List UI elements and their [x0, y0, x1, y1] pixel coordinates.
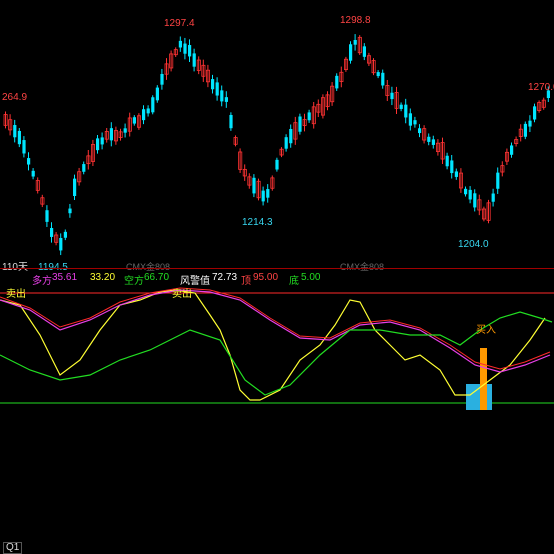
candle-body: [381, 72, 385, 86]
candle-body: [17, 130, 21, 145]
candle-body: [68, 208, 72, 214]
price-label-low-mid2: 1204.0: [458, 239, 489, 250]
candle-body: [82, 164, 86, 172]
candle-body: [413, 120, 417, 125]
top-label: 顶: [241, 276, 251, 287]
candle-body: [50, 228, 54, 237]
sell-marker-2: 卖出: [172, 289, 192, 300]
candle-body: [468, 189, 472, 200]
candlestick-series: [3, 34, 550, 256]
chart-window: 264.9 1297.4 1298.8 1214.3 1204.0 1194.5…: [0, 0, 554, 554]
price-label-right: 1270.0: [528, 82, 554, 93]
candle-body: [275, 159, 279, 170]
candle-body: [96, 138, 100, 151]
candle-body: [266, 189, 270, 198]
candle-body: [289, 128, 293, 144]
buy-signal-bar: [480, 348, 487, 410]
candle-body: [450, 160, 454, 174]
kongfang-label: 空方: [124, 276, 144, 287]
candle-body: [362, 46, 366, 57]
candle-body: [63, 231, 67, 238]
green-line: [0, 311, 553, 396]
price-label-high1: 1297.4: [164, 18, 195, 29]
candle-body: [390, 92, 394, 100]
candle-body: [183, 43, 187, 54]
candle-body: [454, 171, 458, 177]
candle-body: [45, 210, 49, 222]
candle-body: [533, 106, 537, 120]
indicator-lines: [0, 287, 554, 410]
price-label-high2: 1298.8: [340, 15, 371, 26]
warn-value: 72.73: [212, 272, 238, 283]
candle-body: [188, 45, 192, 57]
candle-body: [353, 39, 357, 45]
kongfang-value: 66.70: [144, 272, 170, 283]
candle-body: [252, 177, 256, 194]
duofang-label: 多方: [32, 276, 52, 287]
candle-body: [298, 116, 302, 132]
candle-body: [427, 136, 431, 142]
candle-body: [399, 104, 403, 109]
indicator-header: Q1 多方 35.61 33.20 空方 66.70 风警值 72.73 顶 9…: [0, 270, 554, 554]
value-2: 33.20: [90, 272, 116, 283]
candle-body: [123, 128, 127, 133]
candle-body: [349, 44, 353, 61]
sell-marker-1: 卖出: [6, 289, 26, 300]
candle-body: [431, 139, 435, 145]
panel-divider: [0, 268, 554, 269]
candle-body: [261, 190, 265, 202]
candle-body: [151, 97, 155, 113]
candle-body: [473, 193, 477, 208]
candle-body: [192, 53, 196, 67]
candle-body: [27, 158, 31, 165]
candle-body: [22, 140, 26, 154]
candle-body: [445, 155, 449, 167]
price-label-low-mid1: 1214.3: [242, 217, 273, 228]
candle-body: [59, 237, 63, 251]
price-label-left: 264.9: [2, 92, 28, 103]
candle-body: [100, 137, 104, 145]
candle-body: [142, 109, 146, 121]
buy-marker: 买入: [476, 325, 496, 336]
candle-body: [13, 125, 17, 138]
candle-body: [491, 193, 495, 202]
candle-body: [496, 172, 500, 189]
candle-body: [73, 178, 77, 197]
candle-body: [215, 82, 219, 96]
candle-body: [178, 40, 182, 48]
warn-label: 风警值: [180, 276, 210, 287]
yellow-line: [0, 289, 546, 401]
candle-body: [220, 90, 224, 102]
indicator-selector[interactable]: Q1: [3, 542, 23, 554]
candle-body: [146, 108, 150, 114]
top-value: 95.00: [253, 272, 279, 283]
candle-body: [211, 79, 215, 90]
candle-body: [408, 113, 412, 126]
candle-body: [132, 117, 136, 124]
bottom-label: 底: [289, 276, 299, 287]
kline-chart[interactable]: [0, 0, 554, 410]
candle-body: [160, 73, 164, 85]
candle-body: [376, 72, 380, 77]
bottom-value: 5.00: [301, 272, 321, 283]
candle-body: [510, 145, 514, 155]
candle-body: [464, 188, 468, 195]
candle-body: [528, 120, 532, 127]
candle-body: [404, 104, 408, 118]
candle-body: [229, 114, 233, 129]
candle-body: [523, 123, 527, 137]
candle-body: [335, 75, 339, 89]
candle-body: [31, 170, 35, 177]
candle-body: [109, 128, 113, 141]
candle-body: [155, 87, 159, 101]
candle-body: [284, 137, 288, 149]
candle-body: [418, 128, 422, 134]
candle-body: [224, 97, 228, 102]
candle-body: [307, 112, 311, 121]
duofang-value: 35.61: [52, 272, 78, 283]
magenta-line: [0, 289, 551, 373]
